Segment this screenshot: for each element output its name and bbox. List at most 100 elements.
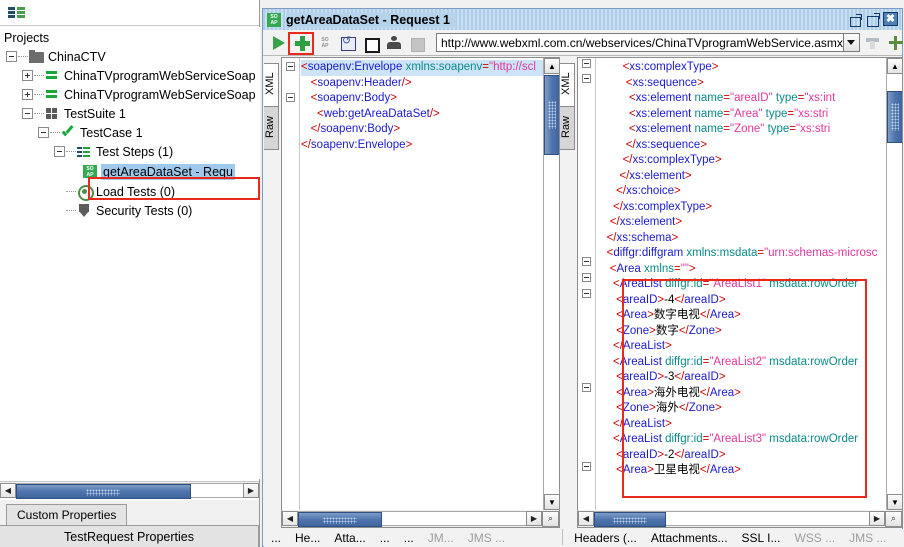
endpoint-combo[interactable]: http://www.webxml.com.cn/webservices/Chi… xyxy=(436,33,860,52)
interface-icon xyxy=(45,69,60,82)
bottom-tab[interactable]: JMS ... xyxy=(842,531,893,545)
tree-node-security-tests[interactable]: Security Tests (0) xyxy=(0,201,260,220)
resize-grip-icon[interactable]: ⌕ xyxy=(885,510,902,527)
response-bottom-tabs[interactable]: Headers (... Attachments... SSL I... WSS ..… xyxy=(567,529,903,547)
scroll-track[interactable] xyxy=(594,511,869,527)
tab-response-raw[interactable]: Raw xyxy=(560,106,575,150)
scroll-right-arrow-icon[interactable]: ▶ xyxy=(869,511,885,526)
response-xml-editor[interactable]: <xs:complexType> <xs:sequence> <xs:eleme… xyxy=(577,57,903,528)
scroll-thumb[interactable] xyxy=(887,91,902,143)
expander-minus-icon[interactable] xyxy=(6,51,17,62)
fold-icon[interactable] xyxy=(582,59,591,68)
bottom-tab[interactable]: Headers (... xyxy=(567,531,644,545)
tab-request-xml[interactable]: XML xyxy=(264,63,279,107)
fold-icon[interactable] xyxy=(582,74,591,83)
code-line: <soapenv:Envelope xmlns:soapenv="http://… xyxy=(301,60,559,76)
response-editor-vscroll[interactable]: ▲ ▼ xyxy=(886,58,902,510)
code-line: <xs:sequence> xyxy=(625,76,704,89)
response-xml-content[interactable]: <xs:complexType> <xs:sequence> <xs:eleme… xyxy=(597,60,902,527)
expander-plus-icon[interactable] xyxy=(22,89,33,100)
bottom-tab[interactable]: Attachments... xyxy=(644,531,735,545)
scroll-left-arrow-icon[interactable]: ◀ xyxy=(0,482,16,498)
tab-custom-properties[interactable]: Custom Properties xyxy=(6,504,128,526)
projects-menu-icon[interactable] xyxy=(8,7,25,18)
bottom-tab[interactable]: WSS ... xyxy=(787,531,842,545)
scroll-track[interactable] xyxy=(298,511,526,527)
tree-node-load-tests[interactable]: Load Tests (0) xyxy=(0,182,260,201)
scroll-down-arrow-icon[interactable]: ▼ xyxy=(544,494,559,510)
fold-icon[interactable] xyxy=(582,289,591,298)
tree-node-label: TestSuite 1 xyxy=(64,106,126,121)
resize-grip-icon[interactable]: ⌕ xyxy=(542,510,559,527)
bottom-tab[interactable]: ... xyxy=(264,531,288,545)
tree-node-testcase[interactable]: TestCase 1 xyxy=(0,123,260,142)
expander-minus-icon[interactable] xyxy=(22,108,33,119)
tree-node-chinactv[interactable]: ChinaCTV xyxy=(0,47,260,66)
scroll-left-arrow-icon[interactable]: ◀ xyxy=(578,511,594,526)
scroll-left-arrow-icon[interactable]: ◀ xyxy=(282,511,298,526)
play-icon[interactable] xyxy=(269,33,289,53)
plus-green-icon[interactable] xyxy=(887,33,904,53)
tree-node-testsuite[interactable]: TestSuite 1 xyxy=(0,104,260,123)
request-editor-hscroll[interactable]: ◀ ▶ ⌕ xyxy=(282,510,559,527)
bottom-tab[interactable]: Atta... xyxy=(327,531,372,545)
request-xml-editor[interactable]: <soapenv:Envelope xmlns:soapenv="http://… xyxy=(281,57,560,528)
response-editor-hscroll[interactable]: ◀ ▶ ⌕ xyxy=(578,510,902,527)
folder-icon xyxy=(29,49,44,63)
scroll-down-arrow-icon[interactable]: ▼ xyxy=(887,494,902,510)
soap-icon[interactable]: SO AP xyxy=(315,33,335,53)
tree-node-getareadataset-request[interactable]: SO AP getAreaDataSet - Requ xyxy=(0,161,260,182)
tab-response-xml[interactable]: XML xyxy=(560,63,575,107)
bottom-tab[interactable]: He... xyxy=(288,531,327,545)
fold-icon[interactable] xyxy=(582,383,591,392)
bottom-tab[interactable]: JMS ... xyxy=(461,531,512,545)
close-button[interactable]: ✖ xyxy=(883,12,898,26)
request-editor-vtabs: XML Raw xyxy=(264,57,281,528)
scroll-track[interactable] xyxy=(16,482,243,499)
endpoint-url-input[interactable]: http://www.webxml.com.cn/webservices/Chi… xyxy=(436,33,843,52)
request-xml-content[interactable]: <soapenv:Envelope xmlns:soapenv="http://… xyxy=(301,60,559,527)
filter-icon[interactable] xyxy=(864,33,883,53)
soap-request-icon: SO AP xyxy=(83,165,97,178)
bottom-tab[interactable]: JM... xyxy=(421,531,461,545)
bottom-tab[interactable]: ... xyxy=(397,531,421,545)
projects-horizontal-scrollbar[interactable]: ◀ ▶ xyxy=(0,481,259,499)
scroll-thumb[interactable] xyxy=(594,512,666,527)
tab-request-raw[interactable]: Raw xyxy=(264,106,279,150)
tree-node-label: Load Tests (0) xyxy=(96,184,175,199)
scroll-thumb[interactable] xyxy=(16,483,191,499)
fold-icon[interactable] xyxy=(582,257,591,266)
scroll-thumb[interactable] xyxy=(544,75,559,155)
fold-icon[interactable] xyxy=(286,62,295,71)
expander-minus-icon[interactable] xyxy=(54,146,65,157)
request-editor-vscroll[interactable]: ▲ ▼ xyxy=(543,58,559,510)
scroll-right-arrow-icon[interactable]: ▶ xyxy=(243,482,259,498)
stop-square-icon[interactable] xyxy=(361,33,381,53)
scroll-thumb[interactable] xyxy=(298,512,383,527)
tree-node-label: getAreaDataSet - Requ xyxy=(101,163,235,180)
tree-node-interface-1[interactable]: ChinaTVprogramWebServiceSoap xyxy=(0,66,260,85)
response-editor-vtabs: XML Raw xyxy=(560,57,577,528)
bottom-tab[interactable]: SSL I... xyxy=(735,531,788,545)
fold-icon[interactable] xyxy=(582,462,591,471)
chevron-down-icon[interactable] xyxy=(842,33,860,52)
bottom-tab[interactable]: ... xyxy=(373,531,397,545)
request-window-titlebar[interactable]: SO AP getAreaDataSet - Request 1 ✖ xyxy=(263,9,902,30)
restore-button[interactable] xyxy=(847,12,862,27)
tree-node-interface-2[interactable]: ChinaTVprogramWebServiceSoap xyxy=(0,85,260,104)
expander-minus-icon[interactable] xyxy=(38,127,49,138)
maximize-button[interactable] xyxy=(865,12,880,27)
tree-node-test-steps[interactable]: Test Steps (1) xyxy=(0,142,260,161)
plus-icon[interactable] xyxy=(292,33,312,53)
expander-plus-icon[interactable] xyxy=(22,70,33,81)
gray-square-icon[interactable] xyxy=(407,33,427,53)
refresh-icon[interactable] xyxy=(338,33,358,53)
project-tree[interactable]: Projects ChinaCTV ChinaTVprogramWebServi… xyxy=(0,27,260,479)
scroll-right-arrow-icon[interactable]: ▶ xyxy=(526,511,542,526)
fold-icon[interactable] xyxy=(286,93,295,102)
scroll-up-arrow-icon[interactable]: ▲ xyxy=(544,58,559,74)
request-bottom-tabs[interactable]: ... He... Atta......... JM... JMS ... xyxy=(264,529,558,547)
scroll-up-arrow-icon[interactable]: ▲ xyxy=(887,58,902,74)
person-icon[interactable] xyxy=(384,33,404,53)
fold-icon[interactable] xyxy=(582,273,591,282)
